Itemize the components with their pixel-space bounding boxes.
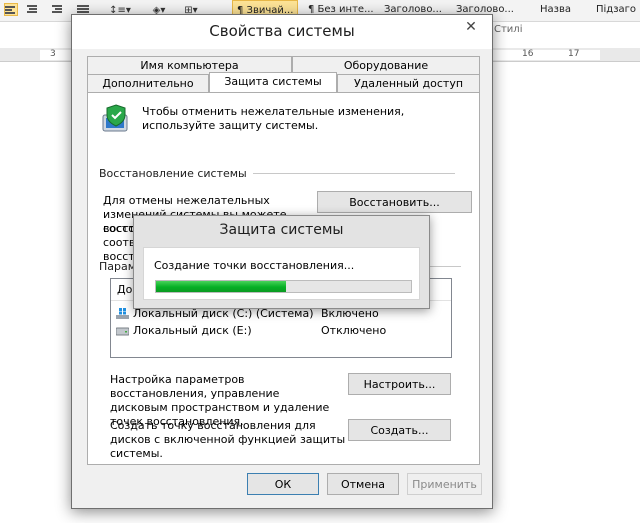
list-item[interactable]: Локальный диск (E:) Отключено [111, 322, 451, 339]
progress-bar [155, 280, 412, 293]
progress-title: Защита системы [219, 222, 344, 238]
progress-message: Создание точки восстановления... [154, 259, 355, 272]
style-subtitle[interactable]: Підзаго [592, 0, 640, 22]
system-protection-icon [102, 104, 128, 132]
restore-section-title: Восстановление системы [99, 167, 253, 180]
progress-body: Создание точки восстановления... [143, 247, 420, 300]
tab-system-protection[interactable]: Защита системы [209, 72, 337, 92]
tab-remote[interactable]: Удаленный доступ [337, 74, 480, 92]
ruler-number: 3 [50, 49, 56, 59]
create-description: Создать точку восстановления для дисков … [110, 419, 346, 460]
create-button[interactable]: Создать... [348, 419, 451, 441]
windows-drive-icon [116, 308, 129, 319]
close-icon[interactable]: ✕ [456, 17, 486, 37]
cancel-button[interactable]: Отмена [327, 473, 399, 495]
restore-description-line: состо [103, 222, 135, 235]
configure-button[interactable]: Настроить... [348, 373, 451, 395]
drive-icon [116, 327, 129, 336]
tab-advanced[interactable]: Дополнительно [87, 74, 209, 92]
dialog-title: Свойства системы [209, 22, 355, 40]
ok-button[interactable]: ОК [247, 473, 319, 495]
ruler-number: 17 [568, 49, 580, 59]
style-title[interactable]: Назва [536, 0, 582, 22]
align-left-icon[interactable] [4, 3, 18, 16]
dialog-titlebar[interactable]: Свойства системы ✕ [72, 15, 492, 49]
drive-name: Локальный диск (E:) [133, 324, 252, 337]
apply-button: Применить [407, 473, 482, 495]
intro-text: Чтобы отменить нежелательные изменения, … [142, 105, 405, 132]
ruler-number: 16 [522, 49, 534, 59]
restore-button[interactable]: Восстановить... [317, 191, 472, 213]
system-protection-progress-dialog: Защита системы Создание точки восстановл… [133, 215, 430, 309]
drive-status: Отключено [321, 324, 387, 337]
styles-group-label: Стилі [494, 24, 523, 35]
align-center-icon[interactable] [27, 3, 41, 16]
align-right-icon[interactable] [52, 3, 66, 16]
progress-fill [156, 281, 287, 292]
